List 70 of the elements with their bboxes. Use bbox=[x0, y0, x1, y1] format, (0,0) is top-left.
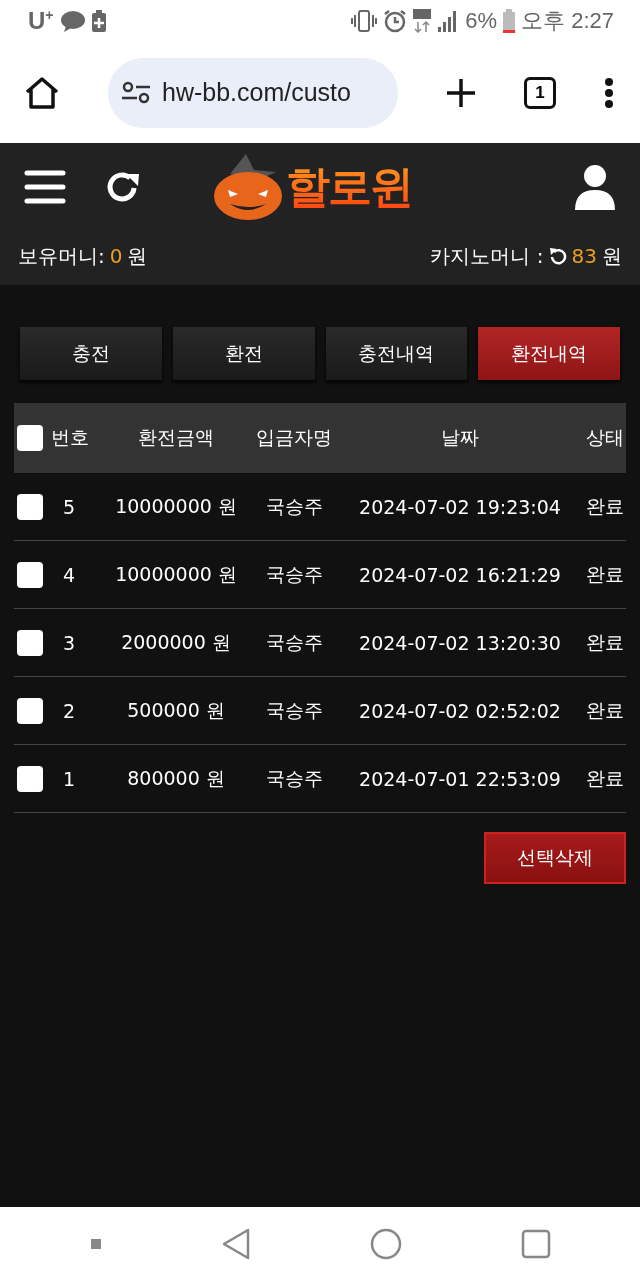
table-cell-text: 완료 bbox=[586, 561, 624, 587]
plus-icon[interactable] bbox=[446, 77, 476, 108]
table-cell-text: 완료 bbox=[586, 765, 624, 791]
table-cell-text: 국승주 bbox=[265, 697, 323, 723]
column-header: 상태 bbox=[586, 425, 624, 450]
delete-selected-button[interactable]: 선택삭제 bbox=[484, 832, 626, 884]
clock: 오후 2:27 bbox=[521, 7, 614, 35]
table-cell-text: 2000000 원 bbox=[121, 629, 231, 655]
row-checkbox[interactable] bbox=[17, 629, 43, 656]
url-text: hw-bb.com/custo bbox=[162, 78, 351, 107]
own-money-value: 0 bbox=[109, 244, 123, 268]
casino-money-label: 카지노머니 : bbox=[430, 242, 544, 270]
column-header: 입금자명 bbox=[256, 425, 332, 450]
table-cell: 2024-07-02 16:21:29 bbox=[359, 563, 561, 586]
row-checkbox[interactable] bbox=[17, 697, 43, 724]
table-cell-text: 국승주 bbox=[265, 629, 323, 655]
refresh-icon[interactable] bbox=[106, 170, 140, 204]
recents-icon[interactable] bbox=[520, 1228, 551, 1259]
tab[interactable]: 충전내역 bbox=[325, 327, 468, 380]
mobile-data-icon bbox=[413, 9, 432, 33]
chat-bubble-icon bbox=[59, 10, 86, 32]
column-header: 환전금액 bbox=[138, 425, 214, 450]
address-bar[interactable]: hw-bb.com/custo bbox=[108, 57, 398, 128]
table-cell-text: 국승주 bbox=[265, 765, 323, 791]
currency-unit: 원 bbox=[127, 242, 148, 270]
vibrate-icon bbox=[351, 9, 378, 33]
user-icon[interactable] bbox=[574, 164, 616, 210]
site-settings-icon[interactable] bbox=[122, 80, 150, 105]
table-cell: 1 bbox=[63, 767, 76, 790]
tab[interactable]: 환전 bbox=[172, 327, 315, 380]
table-cell-text: 국승주 bbox=[265, 561, 323, 587]
table-cell: 5 bbox=[63, 495, 76, 518]
column-header: 날짜 bbox=[441, 425, 479, 450]
tab[interactable]: 충전 bbox=[20, 327, 162, 380]
select-all-checkbox[interactable] bbox=[17, 425, 43, 451]
battery-percent: 6% bbox=[465, 8, 498, 34]
table-cell-text: 국승주 bbox=[265, 493, 323, 519]
refresh-icon[interactable] bbox=[548, 247, 567, 265]
row-checkbox[interactable] bbox=[17, 493, 43, 520]
table-cell: 3 bbox=[63, 631, 76, 654]
table-cell-text: 500000 원 bbox=[127, 697, 225, 723]
carrier-label: U$^{+}$ bbox=[28, 7, 54, 35]
home-circle-icon[interactable] bbox=[369, 1227, 402, 1260]
own-money-label: 보유머니: bbox=[18, 242, 105, 270]
battery-saver-icon bbox=[91, 10, 106, 32]
table-cell-text: 완료 bbox=[586, 629, 624, 655]
row-checkbox[interactable] bbox=[17, 765, 43, 792]
casino-money-value: 83 bbox=[571, 244, 597, 268]
menu-icon[interactable] bbox=[24, 169, 66, 205]
table-cell-text: 800000 원 bbox=[127, 765, 225, 791]
column-header: 번호 bbox=[51, 425, 89, 450]
table-cell: 2024-07-02 13:20:30 bbox=[359, 631, 561, 654]
more-icon[interactable] bbox=[604, 77, 614, 108]
alarm-icon bbox=[383, 9, 408, 33]
row-checkbox[interactable] bbox=[17, 561, 43, 588]
table-cell-text: 완료 bbox=[586, 697, 624, 723]
table-cell: 2024-07-01 22:53:09 bbox=[359, 767, 561, 790]
currency-unit: 원 bbox=[602, 242, 622, 270]
tab-count-button[interactable]: 1 bbox=[524, 76, 556, 109]
table-cell: 2 bbox=[63, 699, 76, 722]
back-icon[interactable] bbox=[220, 1227, 251, 1260]
table-cell-text: 완료 bbox=[586, 493, 624, 519]
battery-icon bbox=[503, 9, 516, 33]
table-cell-text: 10000000 원 bbox=[115, 561, 237, 587]
table-cell: 2024-07-02 19:23:04 bbox=[359, 495, 561, 518]
home-icon[interactable] bbox=[24, 75, 60, 110]
table-cell-text: 10000000 원 bbox=[115, 493, 237, 519]
tab[interactable]: 환전내역 bbox=[478, 327, 620, 380]
table-cell: 4 bbox=[63, 563, 76, 586]
table-cell: 2024-07-02 02:52:02 bbox=[359, 699, 561, 722]
